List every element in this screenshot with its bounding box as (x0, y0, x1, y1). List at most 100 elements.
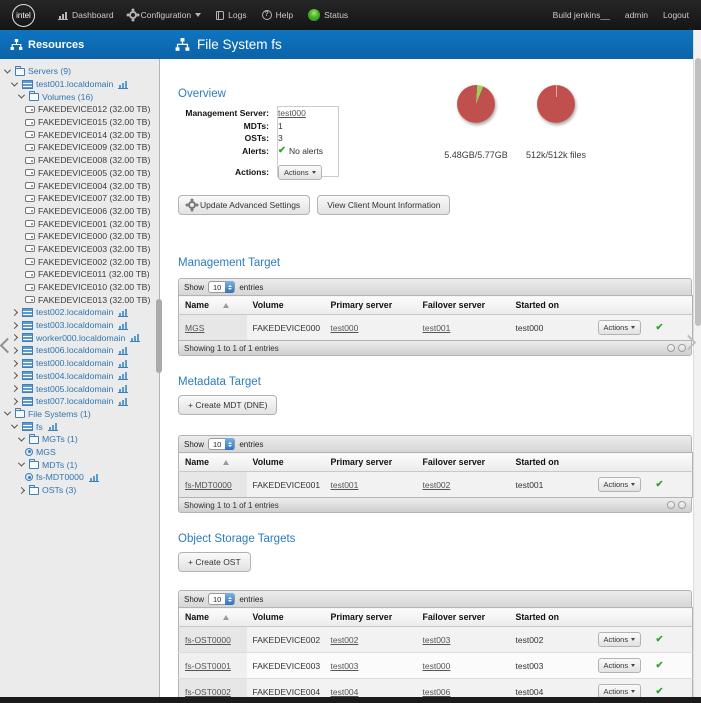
target-name-link[interactable]: fs-OST0001 (185, 661, 231, 671)
column-header[interactable]: Primary server (325, 608, 417, 627)
column-header[interactable]: Name (179, 453, 247, 472)
column-header[interactable]: Started on (510, 296, 592, 315)
column-header[interactable]: Volume (247, 453, 325, 472)
row-actions-button[interactable]: Actions (598, 320, 642, 335)
target-name-link[interactable]: fs-MDT0000 (185, 480, 232, 490)
overview-actions-button[interactable]: Actions (278, 165, 322, 180)
tree-item[interactable]: test003.localdomain (0, 319, 159, 332)
failover-server-link[interactable]: test002 (423, 480, 451, 490)
chevron-right-icon[interactable] (11, 372, 18, 379)
tree-item[interactable]: FAKEDEVICE008 (32.00 TB) (0, 154, 159, 167)
tree-item[interactable]: test004.localdomain (0, 370, 159, 383)
nav-logs[interactable]: Logs (216, 10, 246, 20)
column-header[interactable]: Name (179, 296, 247, 315)
nav-help[interactable]: ?Help (262, 10, 293, 20)
chart-icon[interactable] (118, 346, 128, 355)
column-header[interactable]: Failover server (417, 296, 510, 315)
sidebar-scrollbar-thumb[interactable] (156, 299, 162, 373)
failover-server-link[interactable]: test006 (423, 687, 451, 697)
chevron-down-icon[interactable] (4, 409, 11, 416)
column-header[interactable]: Volume (247, 608, 325, 627)
row-actions-button[interactable]: Actions (598, 477, 642, 492)
page-scrollbar[interactable] (693, 30, 701, 697)
nav-admin[interactable]: admin (625, 10, 648, 20)
previous-page-button[interactable] (667, 501, 675, 509)
tree-item[interactable]: FAKEDEVICE001 (32.00 TB) (0, 217, 159, 230)
tree-item[interactable]: MDTs (1) (0, 458, 159, 471)
management-server-link[interactable]: test000 (278, 108, 306, 118)
tree-item[interactable]: FAKEDEVICE000 (32.00 TB) (0, 230, 159, 243)
view-client-mount-button[interactable]: View Client Mount Information (317, 195, 450, 215)
tree-item[interactable]: test001.localdomain (0, 78, 159, 91)
nav-logout[interactable]: Logout (663, 10, 689, 20)
failover-server-link[interactable]: test001 (423, 323, 451, 333)
nav-dashboard[interactable]: Dashboard (58, 10, 114, 20)
tree-item[interactable]: worker000.localdomain (0, 331, 159, 344)
chevron-down-icon[interactable] (18, 92, 25, 99)
column-header[interactable]: Name (179, 608, 247, 627)
chevron-right-icon[interactable] (11, 309, 18, 316)
chevron-down-icon[interactable] (11, 79, 18, 86)
chevron-down-icon[interactable] (11, 422, 18, 429)
tree-item[interactable]: FAKEDEVICE010 (32.00 TB) (0, 281, 159, 294)
tree-item[interactable]: FAKEDEVICE015 (32.00 TB) (0, 116, 159, 129)
chart-icon[interactable] (118, 80, 128, 89)
update-advanced-settings-button[interactable]: Update Advanced Settings (178, 195, 310, 215)
create-mdt-button[interactable]: + Create MDT (DNE) (178, 395, 277, 415)
nav-configuration[interactable]: Configuration (129, 10, 202, 20)
tree-item[interactable]: FAKEDEVICE004 (32.00 TB) (0, 179, 159, 192)
create-ost-button[interactable]: + Create OST (178, 552, 251, 572)
chart-icon[interactable] (130, 333, 140, 342)
tree-item[interactable]: FAKEDEVICE003 (32.00 TB) (0, 243, 159, 256)
primary-server-link[interactable]: test003 (331, 661, 359, 671)
primary-server-link[interactable]: test000 (331, 323, 359, 333)
tree-item[interactable]: test002.localdomain (0, 306, 159, 319)
tree-item[interactable]: FAKEDEVICE011 (32.00 TB) (0, 268, 159, 281)
tree-item[interactable]: test005.localdomain (0, 382, 159, 395)
chart-icon[interactable] (118, 359, 128, 368)
tree-item[interactable]: FAKEDEVICE006 (32.00 TB) (0, 205, 159, 218)
tree-item[interactable]: File Systems (1) (0, 408, 159, 421)
column-header[interactable]: Failover server (417, 608, 510, 627)
chart-icon[interactable] (48, 422, 58, 431)
tree-item[interactable]: fs-MDT0000 (0, 471, 159, 484)
column-header[interactable]: Primary server (325, 296, 417, 315)
column-header[interactable]: Volume (247, 296, 325, 315)
tree-item[interactable]: Servers (9) (0, 65, 159, 78)
primary-server-link[interactable]: test002 (331, 635, 359, 645)
next-page-button[interactable] (678, 501, 686, 509)
chart-icon[interactable] (118, 384, 128, 393)
tree-item[interactable]: FAKEDEVICE009 (32.00 TB) (0, 141, 159, 154)
column-header[interactable]: Primary server (325, 453, 417, 472)
previous-page-button[interactable] (667, 344, 675, 352)
page-size-select[interactable]: 10 (208, 281, 235, 293)
nav-status[interactable]: Status (308, 9, 348, 21)
primary-server-link[interactable]: test001 (331, 480, 359, 490)
row-actions-button[interactable]: Actions (598, 684, 642, 697)
tree-item[interactable]: Volumes (16) (0, 90, 159, 103)
chart-icon[interactable] (118, 321, 128, 330)
tree-item[interactable]: fs (0, 420, 159, 433)
failover-server-link[interactable]: test003 (423, 635, 451, 645)
chevron-right-icon[interactable] (11, 334, 18, 341)
row-actions-button[interactable]: Actions (598, 658, 642, 673)
chevron-right-icon[interactable] (11, 360, 18, 367)
tree-item[interactable]: FAKEDEVICE014 (32.00 TB) (0, 128, 159, 141)
chart-icon[interactable] (89, 473, 99, 482)
chevron-right-icon[interactable] (11, 385, 18, 392)
tree-item[interactable]: test000.localdomain (0, 357, 159, 370)
column-header[interactable]: Failover server (417, 453, 510, 472)
tree-item[interactable]: test007.localdomain (0, 395, 159, 408)
page-scrollbar-thumb[interactable] (695, 58, 701, 326)
failover-server-link[interactable]: test000 (423, 661, 451, 671)
tree-item[interactable]: FAKEDEVICE012 (32.00 TB) (0, 103, 159, 116)
chevron-down-icon[interactable] (4, 66, 11, 73)
chart-icon[interactable] (118, 397, 128, 406)
target-name-link[interactable]: fs-OST0002 (185, 687, 231, 697)
tree-item[interactable]: MGTs (1) (0, 433, 159, 446)
tree-item[interactable]: test006.localdomain (0, 344, 159, 357)
tree-item[interactable]: MGS (0, 446, 159, 459)
chevron-down-icon[interactable] (18, 434, 25, 441)
target-name-link[interactable]: MGS (185, 323, 204, 333)
tree-item[interactable]: FAKEDEVICE002 (32.00 TB) (0, 255, 159, 268)
